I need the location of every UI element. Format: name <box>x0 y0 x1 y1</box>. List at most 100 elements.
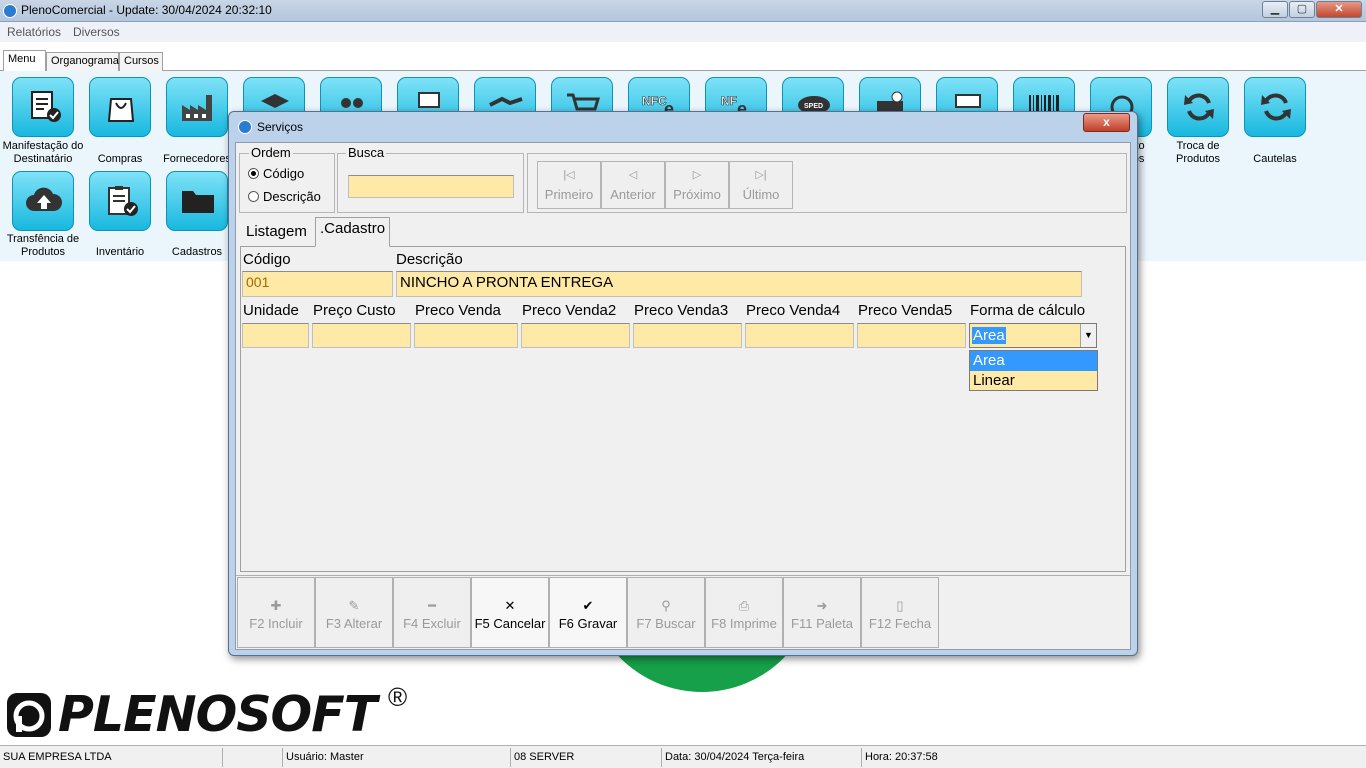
close-button[interactable]: ✕ <box>1316 1 1362 18</box>
option-linear[interactable]: Linear <box>970 371 1097 391</box>
f7-buscar-label: F7 Buscar <box>636 616 696 631</box>
cloud-upload-icon <box>26 187 62 211</box>
tile-fornecedores[interactable] <box>166 77 228 137</box>
preco-venda4-field[interactable] <box>745 323 854 348</box>
check-icon: ✔ <box>582 598 594 613</box>
tile-manifestacao[interactable] <box>12 77 74 137</box>
prev-icon: ◁ <box>628 169 638 181</box>
statusbar: SUA EMPRESA LTDA Usuário: Master 08 SERV… <box>0 745 1366 768</box>
servicos-dialog: Serviços x Ordem Código Descrição Busca … <box>228 111 1138 656</box>
tile-cadastros[interactable] <box>166 171 228 231</box>
menubar: Relatórios Diversos <box>0 22 1366 42</box>
f11-paleta-button[interactable]: ➜ F11 Paleta <box>783 577 861 648</box>
tile-cautelas[interactable] <box>1244 77 1306 137</box>
refresh-icon <box>1184 93 1214 121</box>
nav-ultimo-label: Último <box>742 187 780 202</box>
unidade-field[interactable] <box>242 323 309 348</box>
f11-paleta-label: F11 Paleta <box>791 616 853 631</box>
nav-primeiro-button[interactable]: |◁ Primeiro <box>537 161 601 209</box>
nfe-text: NF <box>721 94 737 108</box>
plus-icon: ✚ <box>270 598 282 613</box>
f6-gravar-button[interactable]: ✔ F6 Gravar <box>549 577 627 648</box>
nav-ultimo-button[interactable]: ▷| Último <box>729 161 793 209</box>
descricao-label: Descrição <box>396 251 463 268</box>
window-titlebar: PlenoComercial - Update: 30/04/2024 20:3… <box>0 0 1366 22</box>
preco-custo-label: Preço Custo <box>313 302 396 319</box>
dialog-titlebar: Serviços x <box>229 112 1137 140</box>
ordem-label: Ordem <box>249 145 293 160</box>
option-area[interactable]: Area <box>970 351 1097 371</box>
tab-cursos[interactable]: Cursos <box>119 52 163 71</box>
tile-label-manifestacao: Manifestação do Destinatário <box>2 140 84 165</box>
status-empresa: SUA EMPRESA LTDA <box>3 751 112 763</box>
tab-organograma[interactable]: Organograma <box>46 52 119 71</box>
sped-text: SPED <box>804 103 823 110</box>
minimize-button[interactable]: ▁ <box>1262 1 1288 18</box>
dialog-body: Ordem Código Descrição Busca |◁ Primeiro … <box>235 142 1131 650</box>
tile-transferencia[interactable] <box>12 171 74 231</box>
codigo-field[interactable]: 001 <box>242 271 393 297</box>
preco-venda5-label: Preco Venda5 <box>858 302 953 319</box>
menu-diversos[interactable]: Diversos <box>73 25 120 39</box>
preco-venda5-field[interactable] <box>857 323 966 348</box>
nav-proximo-button[interactable]: ▷ Próximo <box>665 161 729 209</box>
nav-anterior-label: Anterior <box>610 187 656 202</box>
status-data: Data: 30/04/2024 Terça-feira <box>661 748 861 767</box>
printer-icon: ⎙ <box>738 598 750 613</box>
clipboard-check-icon <box>108 186 138 216</box>
nav-anterior-button[interactable]: ◁ Anterior <box>601 161 665 209</box>
preco-custo-field[interactable] <box>312 323 411 348</box>
busca-input[interactable] <box>348 175 514 198</box>
descricao-field[interactable]: NINCHO A PRONTA ENTREGA <box>396 271 1082 297</box>
f5-cancelar-label: F5 Cancelar <box>474 616 546 631</box>
f8-imprime-button[interactable]: ⎙ F8 Imprime <box>705 577 783 648</box>
f3-alterar-button[interactable]: ✎ F3 Alterar <box>315 577 393 648</box>
f5-cancelar-button[interactable]: ✕ F5 Cancelar <box>471 577 549 648</box>
preco-venda3-field[interactable] <box>633 323 742 348</box>
tile-inventario[interactable] <box>89 171 151 231</box>
palette-icon: ➜ <box>816 598 828 613</box>
f7-buscar-button[interactable]: ⚲ F7 Buscar <box>627 577 705 648</box>
f12-fecha-button[interactable]: ▯ F12 Fecha <box>861 577 939 648</box>
radio-codigo-label: Código <box>263 166 305 181</box>
menu-relatorios[interactable]: Relatórios <box>7 25 61 39</box>
tile-compras[interactable] <box>89 77 151 137</box>
tile-label-fornecedores: Fornecedores <box>163 153 231 165</box>
f8-imprime-label: F8 Imprime <box>711 616 777 631</box>
radio-descricao-dot <box>248 191 259 202</box>
forma-calculo-select[interactable]: Area ▼ <box>969 323 1097 348</box>
dialog-title: Serviços <box>257 120 304 134</box>
busca-label: Busca <box>346 145 387 160</box>
dialog-app-icon <box>238 120 252 134</box>
tab-cadastro[interactable]: .Cadastro <box>315 217 391 247</box>
preco-venda-field[interactable] <box>414 323 518 348</box>
preco-venda2-field[interactable] <box>521 323 630 348</box>
dialog-close-button[interactable]: x <box>1083 113 1130 132</box>
nav-proximo-label: Próximo <box>673 187 721 202</box>
radio-descricao[interactable]: Descrição <box>248 189 321 204</box>
preco-venda-label: Preco Venda <box>415 302 501 319</box>
chevron-down-icon[interactable]: ▼ <box>1080 324 1096 347</box>
ordem-group: Ordem Código Descrição <box>239 145 335 213</box>
maximize-button[interactable]: ▢ <box>1289 1 1315 18</box>
status-usuario: Usuário: Master <box>282 748 510 767</box>
factory-icon <box>182 95 212 121</box>
radio-codigo-dot <box>248 168 259 179</box>
f4-excluir-button[interactable]: ━ F4 Excluir <box>393 577 471 648</box>
tile-troca-produtos[interactable] <box>1167 77 1229 137</box>
folder-icon <box>182 191 214 213</box>
main-tabstrip: Menu Organograma Cursos <box>0 50 1366 72</box>
refresh-icon <box>1261 93 1291 121</box>
radio-codigo[interactable]: Código <box>248 166 304 181</box>
f12-fecha-label: F12 Fecha <box>868 616 932 631</box>
function-button-bar: ✚ F2 Incluir ✎ F3 Alterar ━ F4 Excluir ✕ F5 … <box>236 575 1130 649</box>
tab-listagem[interactable]: Listagem <box>242 221 311 242</box>
edit-icon: ✎ <box>348 598 360 613</box>
status-server: 08 SERVER <box>510 748 661 767</box>
nav-group: |◁ Primeiro ◁ Anterior ▷ Próximo ▷| Último <box>527 153 1127 213</box>
tab-menu[interactable]: Menu <box>3 50 46 72</box>
f2-incluir-button[interactable]: ✚ F2 Incluir <box>237 577 315 648</box>
tile-label-troca: Troca de Produtos <box>1175 140 1221 165</box>
door-icon: ▯ <box>896 598 904 613</box>
busca-group: Busca <box>337 145 524 213</box>
